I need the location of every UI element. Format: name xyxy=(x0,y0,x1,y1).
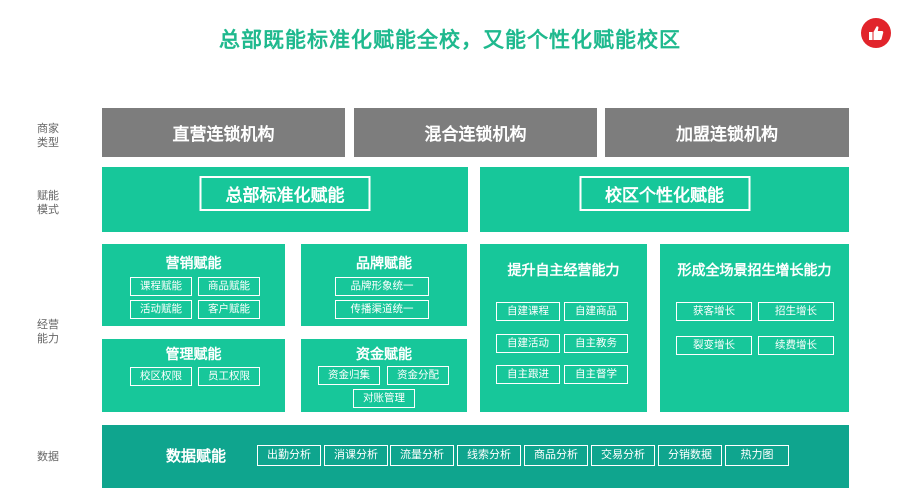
mode-campus: 校区个性化赋能 xyxy=(480,167,849,232)
section-management-title: 管理赋能 xyxy=(165,347,222,363)
section-funds: 资金赋能 资金归集 资金分配 对账管理 xyxy=(301,339,467,412)
section-data-title: 数据赋能 xyxy=(166,447,227,465)
tag: 热力图 xyxy=(725,445,789,466)
tag: 线索分析 xyxy=(457,445,521,466)
section-brand: 品牌赋能 品牌形象统一 传播渠道统一 xyxy=(301,244,467,326)
tag: 招生增长 xyxy=(758,302,834,321)
tag: 分销数据 xyxy=(658,445,722,466)
tag: 自主跟进 xyxy=(496,365,560,384)
mode-hq-title: 总部标准化赋能 xyxy=(199,176,371,211)
tag: 校区权限 xyxy=(130,367,192,386)
tag: 自主督学 xyxy=(564,365,628,384)
merchant-type-mixed: 混合连锁机构 xyxy=(354,108,597,157)
tag: 员工权限 xyxy=(198,367,260,386)
section-management: 管理赋能 校区权限 员工权限 xyxy=(102,339,285,412)
tag: 自建课程 xyxy=(496,302,560,321)
section-data: 数据赋能 出勤分析 消课分析 流量分析 线索分析 商品分析 交易分析 分销数据 … xyxy=(102,425,849,488)
tag: 自主教务 xyxy=(564,334,628,353)
section-growth-title: 形成全场景招生增长能力 xyxy=(677,263,832,279)
tag: 交易分析 xyxy=(591,445,655,466)
tag: 资金归集 xyxy=(318,366,380,385)
mode-campus-title: 校区个性化赋能 xyxy=(579,176,750,211)
tag: 流量分析 xyxy=(390,445,454,466)
side-label-merchant-type: 商家 类型 xyxy=(37,122,59,149)
page-title: 总部既能标准化赋能全校，又能个性化赋能校区 xyxy=(219,28,681,52)
section-brand-title: 品牌赋能 xyxy=(356,256,412,272)
section-self-operation: 提升自主经营能力 自建课程 自建商品 自建活动 自主教务 自主跟进 自主督学 xyxy=(480,244,647,412)
section-growth: 形成全场景招生增长能力 获客增长 招生增长 裂变增长 续费增长 xyxy=(660,244,849,412)
section-self-operation-title: 提升自主经营能力 xyxy=(507,263,620,279)
tag: 获客增长 xyxy=(676,302,752,321)
tag: 课程赋能 xyxy=(130,277,192,296)
side-label-data: 数据 xyxy=(37,450,59,463)
tag: 自建活动 xyxy=(496,334,560,353)
tag: 消课分析 xyxy=(324,445,388,466)
tag: 资金分配 xyxy=(387,366,449,385)
mode-hq: 总部标准化赋能 xyxy=(102,167,468,232)
tag: 传播渠道统一 xyxy=(335,300,429,319)
thumbs-up-icon xyxy=(861,18,891,48)
tag: 商品分析 xyxy=(524,445,588,466)
side-label-operation: 经营 能力 xyxy=(37,318,59,345)
tag: 自建商品 xyxy=(564,302,628,321)
merchant-type-direct: 直营连锁机构 xyxy=(102,108,345,157)
tag: 对账管理 xyxy=(353,389,415,408)
tag: 商品赋能 xyxy=(198,277,260,296)
tag: 出勤分析 xyxy=(257,445,321,466)
tag: 客户赋能 xyxy=(198,300,260,319)
tag: 裂变增长 xyxy=(676,336,752,355)
section-marketing: 营销赋能 课程赋能 商品赋能 活动赋能 客户赋能 xyxy=(102,244,285,326)
section-funds-title: 资金赋能 xyxy=(356,347,412,363)
side-label-empower-mode: 赋能 模式 xyxy=(37,189,59,216)
merchant-type-franchise: 加盟连锁机构 xyxy=(605,108,849,157)
tag: 活动赋能 xyxy=(130,300,192,319)
section-marketing-title: 营销赋能 xyxy=(165,256,222,272)
tag: 品牌形象统一 xyxy=(335,277,429,296)
tag: 续费增长 xyxy=(758,336,834,355)
